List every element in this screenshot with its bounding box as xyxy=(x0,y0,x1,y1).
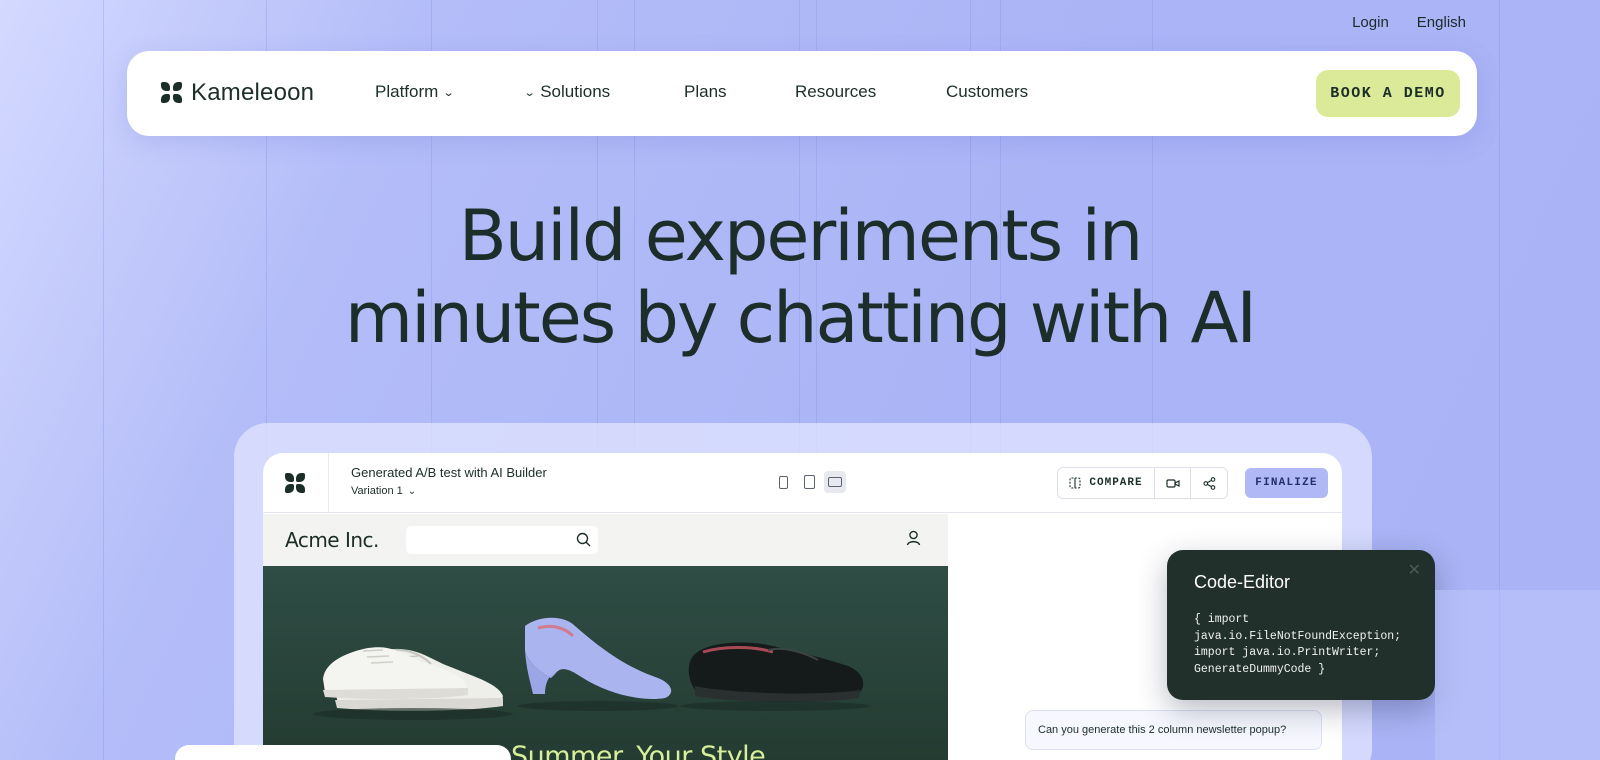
grid-line xyxy=(103,0,104,760)
book-demo-button[interactable]: BOOK A DEMO xyxy=(1316,70,1460,117)
shoes-product-image xyxy=(313,617,870,720)
nav-item-label: Solutions xyxy=(540,82,611,101)
nav-item-label: Platform xyxy=(375,82,439,101)
brand-logo[interactable]: Kameleoon xyxy=(161,79,314,107)
nav-item-label: Customers xyxy=(946,82,1029,101)
mobile-view-button[interactable] xyxy=(772,471,794,493)
device-switcher xyxy=(772,471,846,493)
record-video-button[interactable] xyxy=(1155,468,1191,498)
code-editor-title: Code-Editor xyxy=(1194,572,1291,592)
video-camera-icon xyxy=(1165,478,1180,488)
hero-headline: Build experiments in minutes by chatting… xyxy=(0,195,1600,359)
share-button[interactable] xyxy=(1191,468,1227,498)
chevron-down-icon: ⌄ xyxy=(442,86,455,99)
compare-label: COMPARE xyxy=(1089,477,1143,489)
experiment-title: Generated A/B test with AI Builder xyxy=(351,465,547,480)
language-selector[interactable]: English xyxy=(1417,14,1466,31)
nav-item-plans[interactable]: Plans xyxy=(684,82,727,102)
app-header: Generated A/B test with AI Builder Varia… xyxy=(263,453,1342,513)
decorative-glow xyxy=(1435,590,1600,760)
site-brand: Acme Inc. xyxy=(285,528,379,552)
hero-banner: Summer. Your Style xyxy=(263,566,948,760)
nav-item-platform[interactable]: Platform ⌄ xyxy=(375,82,455,102)
share-icon xyxy=(1202,476,1215,490)
kameleoon-logo-icon xyxy=(161,82,183,104)
tablet-view-button[interactable] xyxy=(798,471,820,493)
chevron-down-icon: ⌄ xyxy=(407,485,417,497)
floating-card xyxy=(175,745,511,760)
website-preview: Acme Inc. Summer. Your Style xyxy=(263,514,948,760)
nav-item-label: Plans xyxy=(684,82,727,101)
variation-label: Variation 1 xyxy=(351,485,403,497)
login-link[interactable]: Login xyxy=(1352,14,1389,31)
close-icon[interactable]: ✕ xyxy=(1408,560,1421,580)
app-logo xyxy=(263,453,329,513)
site-search-input[interactable] xyxy=(406,526,598,554)
utility-links: Login English xyxy=(1352,14,1466,31)
kameleoon-logo-icon xyxy=(285,473,306,494)
finalize-button[interactable]: FINALIZE xyxy=(1245,468,1328,498)
variation-selector[interactable]: Variation 1 ⌄ xyxy=(351,485,416,497)
compare-button[interactable]: COMPARE xyxy=(1058,468,1155,498)
nav-item-label: Resources xyxy=(795,82,877,101)
brand-name: Kameleoon xyxy=(191,79,315,106)
code-editor-popup: ✕ Code-Editor { import java.io.FileNotFo… xyxy=(1167,550,1435,700)
hero-line-1: Build experiments in xyxy=(458,195,1144,277)
nav-item-customers[interactable]: Customers xyxy=(946,82,1028,102)
nav-item-solutions[interactable]: ⌄ Solutions xyxy=(523,82,611,102)
main-nav: Kameleoon Platform ⌄ ⌄ Solutions Plans R… xyxy=(127,51,1477,136)
nav-item-resources[interactable]: Resources xyxy=(795,82,876,102)
code-snippet: { import java.io.FileNotFoundException; … xyxy=(1194,613,1402,676)
compare-icon xyxy=(1069,477,1081,489)
search-icon xyxy=(576,532,591,547)
desktop-view-button[interactable] xyxy=(824,471,846,493)
chevron-down-icon: ⌄ xyxy=(523,86,536,99)
banner-headline: Summer. Your Style xyxy=(511,741,766,760)
user-icon[interactable] xyxy=(906,530,921,546)
editor-toolbar: COMPARE xyxy=(1057,467,1228,499)
hero-line-2: minutes by chatting with AI xyxy=(344,277,1257,359)
site-header: Acme Inc. xyxy=(263,514,948,566)
chat-prompt-bubble: Can you generate this 2 column newslette… xyxy=(1025,710,1322,750)
